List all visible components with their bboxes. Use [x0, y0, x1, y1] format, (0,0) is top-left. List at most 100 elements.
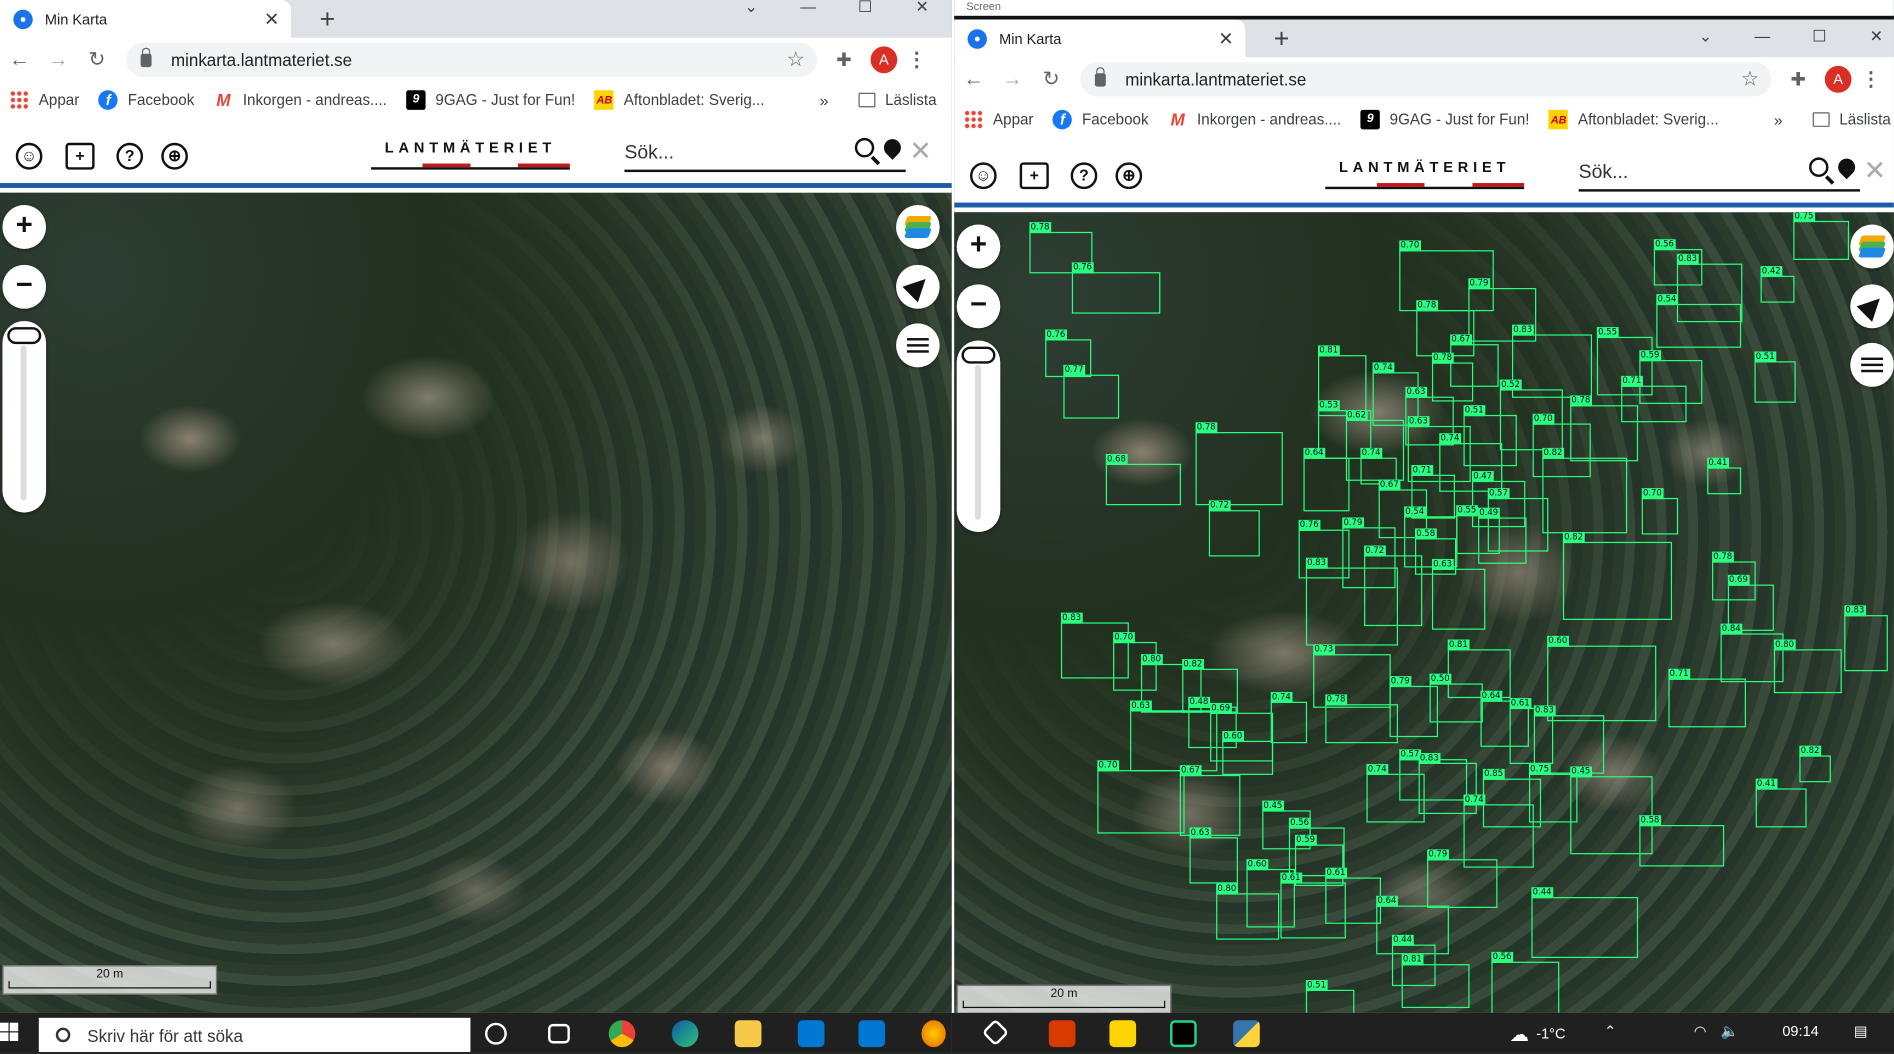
- maximize-button[interactable]: ☐: [837, 0, 894, 24]
- pycharm-icon[interactable]: [1170, 1020, 1197, 1048]
- windows-start-icon[interactable]: [0, 1022, 19, 1043]
- tab-close-icon[interactable]: ✕: [259, 8, 283, 30]
- address-bar[interactable]: minkarta.lantmateriet.se ☆: [1080, 62, 1772, 97]
- detection-score: 0.75: [1793, 212, 1815, 223]
- bookmark-aftonbladet[interactable]: AB Aftonbladet: Sverig...: [1548, 109, 1719, 130]
- edge-icon[interactable]: [671, 1020, 699, 1048]
- globe-icon[interactable]: ⊕: [161, 142, 188, 170]
- menu-button[interactable]: [896, 323, 940, 368]
- extensions-icon[interactable]: ✚: [1779, 68, 1818, 91]
- bookmark-apps[interactable]: Appar: [963, 109, 1033, 130]
- help-icon[interactable]: ?: [1070, 162, 1098, 190]
- close-window-button[interactable]: ✕: [894, 0, 951, 24]
- more-bookmarks-button[interactable]: »: [820, 91, 829, 109]
- store-icon[interactable]: [797, 1020, 825, 1048]
- python-icon[interactable]: [1233, 1020, 1260, 1048]
- taskbar-search-input[interactable]: Skriv här för att söka: [38, 1017, 471, 1052]
- screen-tools-icon[interactable]: +: [1019, 162, 1049, 190]
- zoom-thumb[interactable]: [961, 346, 996, 364]
- taskbar-clock[interactable]: 09:14: [1782, 1023, 1818, 1040]
- search-icon[interactable]: [854, 137, 875, 158]
- notifications-icon[interactable]: ▤: [1854, 1023, 1868, 1040]
- tab-min-karta[interactable]: Min Karta ✕: [954, 19, 1246, 58]
- zoom-slider[interactable]: [956, 340, 1001, 533]
- detection-score: 0.78: [1325, 694, 1347, 706]
- search-input[interactable]: Sök...: [624, 135, 906, 173]
- aerial-map[interactable]: + − 20 m: [0, 192, 952, 1013]
- chrome-icon[interactable]: [608, 1020, 636, 1048]
- file-explorer-icon[interactable]: [734, 1020, 762, 1048]
- zoom-in-button[interactable]: +: [2, 205, 47, 249]
- menu-kebab-icon[interactable]: ⋮: [905, 48, 929, 72]
- bookmark-aftonbladet[interactable]: AB Aftonbladet: Sverig...: [594, 90, 764, 110]
- cortana-icon[interactable]: [485, 1022, 507, 1045]
- new-tab-button[interactable]: +: [313, 4, 342, 36]
- reload-icon[interactable]: ↻: [1032, 67, 1071, 91]
- search-input[interactable]: Sök...: [1578, 155, 1860, 192]
- tab-min-karta[interactable]: Min Karta ✕: [0, 0, 291, 38]
- clear-search-icon[interactable]: ✕: [909, 135, 931, 167]
- bookmark-facebook[interactable]: f Facebook: [1052, 109, 1149, 130]
- aerial-map-detections[interactable]: + − 20 m 0.78 0.76 0.76 0.77 0.70 0.79 0.78 0.6…: [954, 212, 1894, 1013]
- zoom-slider[interactable]: [2, 320, 47, 513]
- lantmateriet-logo[interactable]: LANTMÄTERIET: [1325, 159, 1525, 190]
- navigate-button[interactable]: [1850, 284, 1894, 329]
- maximize-button[interactable]: ☐: [1791, 28, 1848, 53]
- bookmark-9gag[interactable]: 9 9GAG - Just for Fun!: [1360, 109, 1529, 130]
- task-view-icon[interactable]: [548, 1023, 570, 1044]
- search-icon[interactable]: [1809, 157, 1829, 177]
- zoom-out-button[interactable]: −: [956, 284, 1001, 329]
- tab-close-icon[interactable]: ✕: [1214, 27, 1238, 50]
- smiley-icon[interactable]: ☺: [970, 162, 997, 190]
- office-icon[interactable]: [1048, 1020, 1076, 1048]
- smiley-icon[interactable]: ☺: [15, 142, 43, 170]
- address-bar[interactable]: minkarta.lantmateriet.se ☆: [126, 42, 818, 77]
- zoom-out-button[interactable]: −: [2, 264, 47, 309]
- bookmark-star-icon[interactable]: ☆: [1741, 67, 1759, 91]
- dropbox-icon[interactable]: [981, 1018, 1010, 1047]
- forward-icon[interactable]: →: [39, 48, 78, 72]
- bookmark-star-icon[interactable]: ☆: [787, 48, 805, 72]
- reading-list-button[interactable]: Läslista: [1812, 111, 1891, 128]
- back-icon[interactable]: ←: [954, 67, 993, 91]
- menu-button[interactable]: [1850, 342, 1894, 387]
- minimize-button[interactable]: —: [780, 0, 837, 24]
- tab-search-icon[interactable]: ⌄: [1677, 28, 1734, 53]
- firefox-icon[interactable]: [921, 1020, 946, 1048]
- reading-list-button[interactable]: Läslista: [858, 92, 937, 109]
- more-bookmarks-button[interactable]: »: [1774, 110, 1783, 128]
- mail-icon[interactable]: [858, 1020, 886, 1048]
- minimize-button[interactable]: —: [1734, 28, 1791, 53]
- close-window-button[interactable]: ✕: [1848, 28, 1894, 53]
- reload-icon[interactable]: ↻: [78, 48, 117, 72]
- weather-icon[interactable]: ☁: [1510, 1023, 1529, 1047]
- wifi-icon[interactable]: ◠: [1694, 1023, 1707, 1040]
- help-icon[interactable]: ?: [116, 142, 144, 170]
- bookmark-facebook[interactable]: f Facebook: [98, 90, 194, 110]
- new-tab-button[interactable]: +: [1267, 23, 1296, 55]
- volume-icon[interactable]: 🔈: [1721, 1023, 1739, 1040]
- zoom-thumb[interactable]: [7, 327, 42, 345]
- back-icon[interactable]: ←: [0, 48, 39, 72]
- detection-score: 0.78: [1570, 395, 1592, 407]
- bookmark-gmail[interactable]: M Inkorgen - andreas....: [1168, 110, 1342, 130]
- extensions-icon[interactable]: ✚: [825, 49, 864, 71]
- bookmark-gmail[interactable]: M Inkorgen - andreas....: [214, 90, 387, 110]
- sticky-notes-icon[interactable]: [1109, 1020, 1137, 1048]
- tray-chevron-icon[interactable]: ⌃: [1604, 1023, 1616, 1040]
- lantmateriet-logo[interactable]: LANTMÄTERIET: [371, 139, 570, 170]
- tab-search-icon[interactable]: ⌄: [723, 0, 780, 24]
- bookmark-9gag[interactable]: 9 9GAG - Just for Fun!: [406, 90, 575, 110]
- profile-avatar[interactable]: A: [1824, 65, 1852, 93]
- globe-icon[interactable]: ⊕: [1115, 162, 1143, 190]
- navigate-button[interactable]: [896, 264, 940, 309]
- forward-icon[interactable]: →: [993, 67, 1032, 91]
- layers-button[interactable]: [896, 205, 940, 249]
- zoom-in-button[interactable]: +: [956, 224, 1001, 269]
- screen-tools-icon[interactable]: +: [65, 142, 95, 170]
- bookmark-apps[interactable]: Appar: [9, 90, 80, 110]
- menu-kebab-icon[interactable]: ⋮: [1859, 67, 1883, 91]
- clear-search-icon[interactable]: ✕: [1864, 155, 1886, 187]
- layers-button[interactable]: [1850, 224, 1894, 269]
- profile-avatar[interactable]: A: [870, 46, 898, 74]
